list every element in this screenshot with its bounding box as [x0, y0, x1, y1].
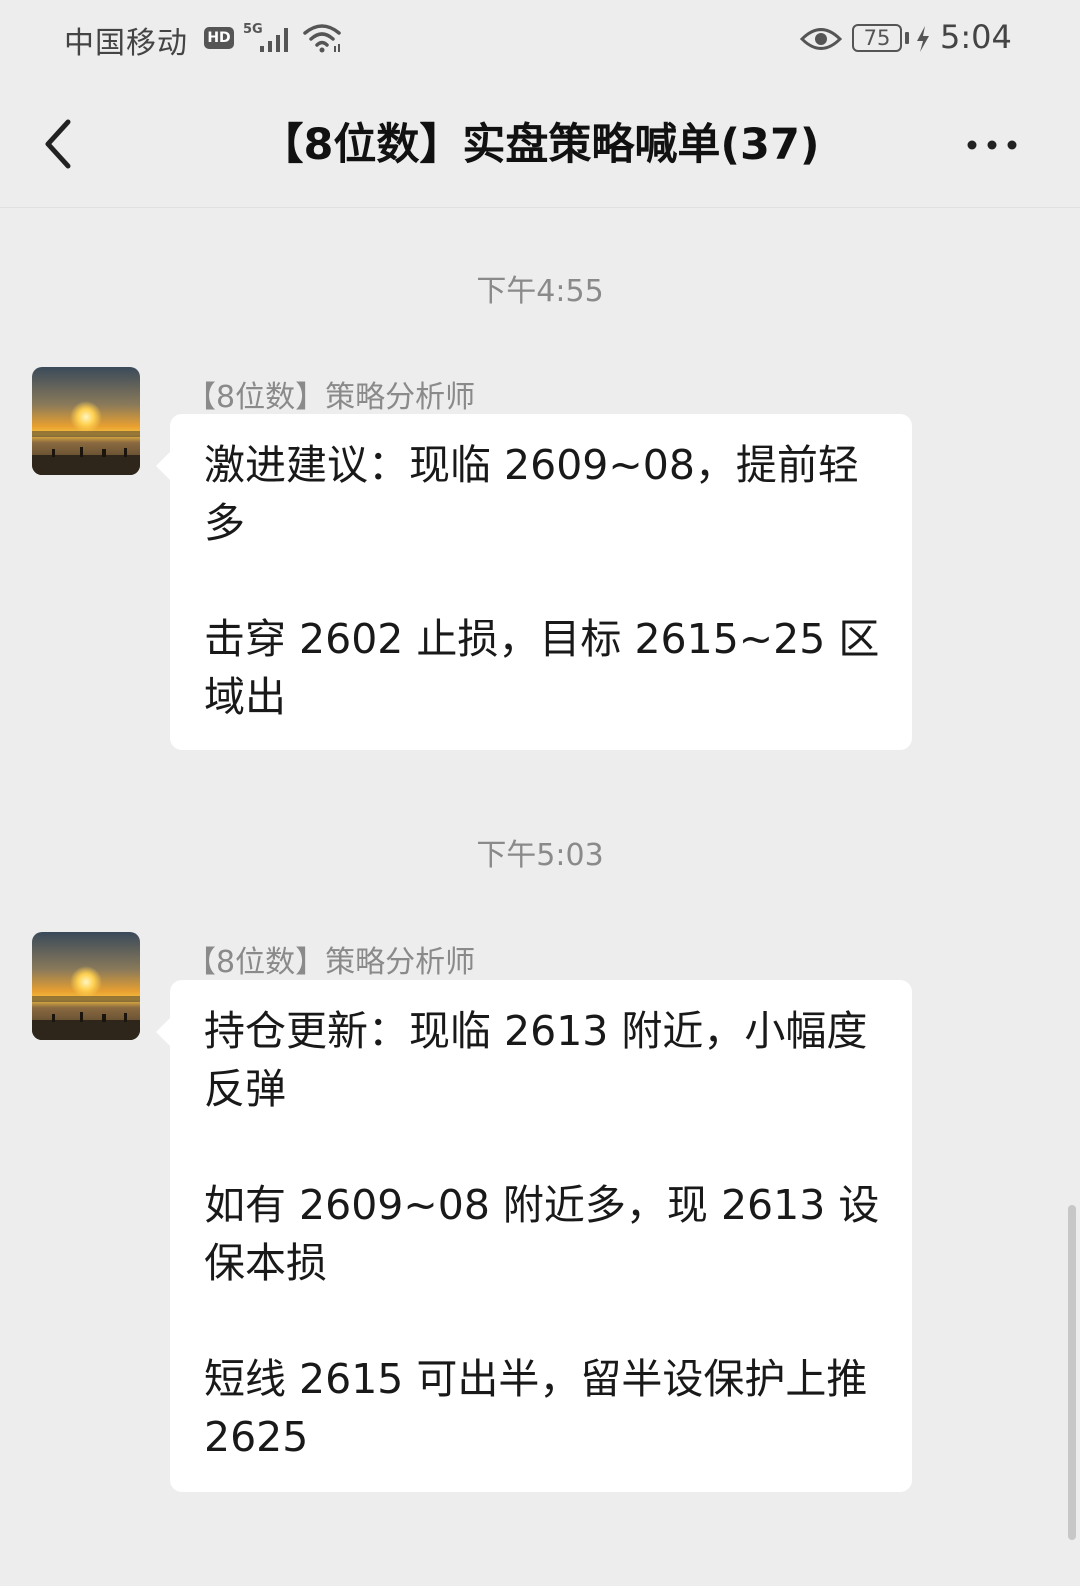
- status-clock: 5:04: [940, 18, 1012, 56]
- carrier-label: 中国移动: [64, 26, 188, 61]
- message-paragraph: 持仓更新：现临 2613 附近，小幅度反弹: [204, 1007, 868, 1113]
- message-paragraph: 击穿 2602 止损，目标 2615~25 区域出: [204, 615, 880, 721]
- sender-avatar[interactable]: [32, 367, 140, 475]
- more-dots-icon: [967, 140, 1017, 150]
- message-paragraph: 如有 2609~08 附近多，现 2613 设保本损: [204, 1181, 880, 1287]
- battery-indicator: 75: [852, 24, 902, 52]
- eye-icon: [800, 28, 842, 50]
- message-timestamp: 下午5:03: [476, 838, 604, 873]
- sender-name: 【8位数】策略分析师: [186, 945, 476, 980]
- message-bubble[interactable]: 持仓更新：现临 2613 附近，小幅度反弹 如有 2609~08 附近多，现 2…: [156, 980, 912, 1492]
- cellular-signal-icon: [260, 28, 288, 52]
- message-paragraph: 激进建议：现临 2609~08，提前轻多: [204, 441, 859, 547]
- sender-name: 【8位数】策略分析师: [186, 380, 476, 415]
- sunset-beach-avatar-icon: [32, 932, 140, 1040]
- chevron-left-icon: [45, 119, 71, 169]
- back-button[interactable]: [36, 114, 82, 174]
- message-timestamp: 下午4:55: [476, 274, 604, 309]
- chat-title: 【8位数】实盘策略喊单(37): [260, 120, 820, 170]
- battery-tip: [905, 32, 909, 44]
- charging-bolt-icon: [917, 26, 929, 52]
- wifi-icon: [303, 24, 341, 53]
- chat-scrollbar[interactable]: [1068, 1205, 1076, 1540]
- message-bubble[interactable]: 激进建议：现临 2609~08，提前轻多 击穿 2602 止损，目标 2615~…: [156, 414, 912, 750]
- status-bar: 中国移动 HD 5G 75 5:04: [0, 0, 1080, 80]
- chat-header: 【8位数】实盘策略喊单(37): [0, 82, 1080, 208]
- hd-badge: HD: [204, 27, 234, 49]
- more-button[interactable]: [962, 130, 1022, 160]
- sunset-beach-avatar-icon: [32, 367, 140, 475]
- sender-avatar[interactable]: [32, 932, 140, 1040]
- message-paragraph: 短线 2615 可出半，留半设保护上推 2625: [204, 1355, 868, 1461]
